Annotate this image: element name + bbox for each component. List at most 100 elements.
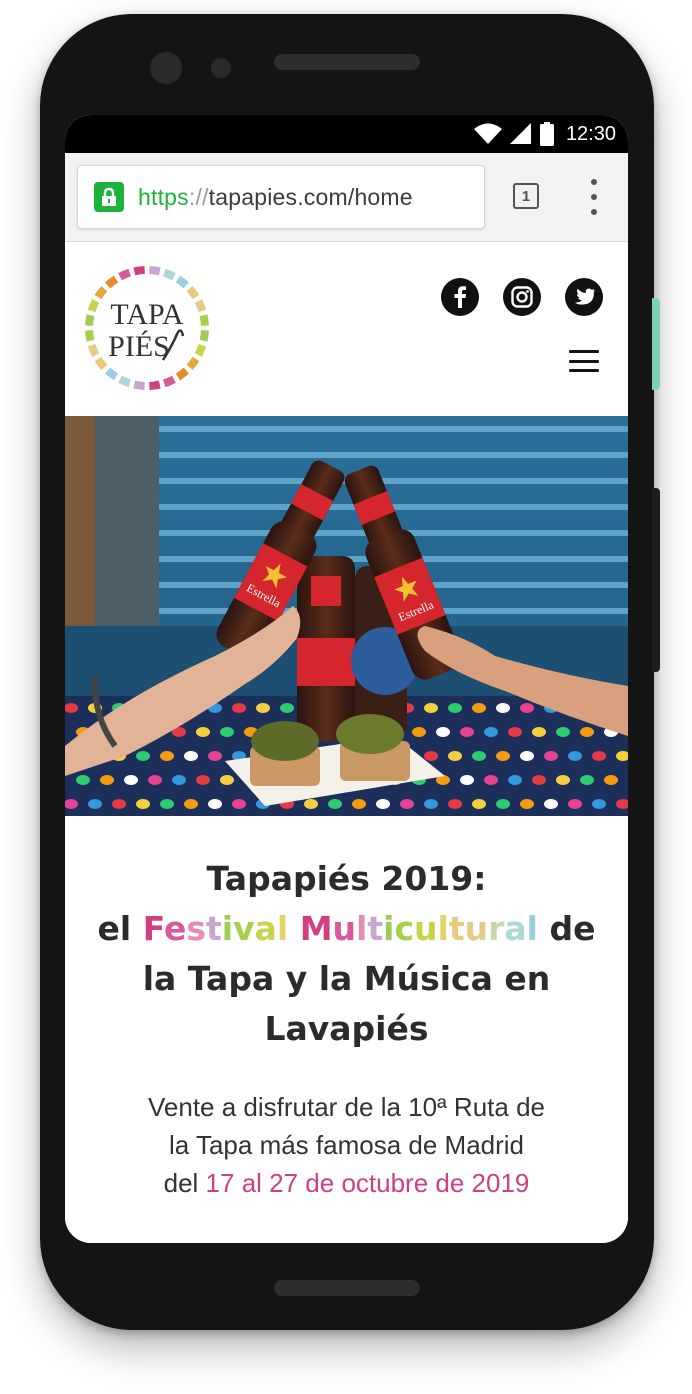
logo-ring-segment (94, 356, 108, 371)
logo-ring-segment (85, 330, 95, 342)
table-dot (436, 727, 450, 737)
headline-letter: M (299, 909, 333, 948)
headline-letter: l (356, 909, 368, 948)
table-dot (544, 751, 558, 761)
table-dot (424, 703, 438, 713)
table-dot (580, 727, 594, 737)
logo-ring-segment (199, 314, 209, 326)
headline-line-1: Tapapiés 2019: (206, 859, 487, 898)
bottle-back-1 (297, 556, 355, 741)
table-dot (460, 775, 474, 785)
logo-ring-segment (85, 314, 95, 326)
cellular-signal-icon (509, 123, 531, 144)
table-dot (88, 799, 102, 809)
table-dot (196, 775, 210, 785)
headline-letter: l (437, 909, 449, 948)
headline-letter: a (504, 909, 527, 948)
url-scheme: https (138, 183, 189, 210)
headline-letter: v (233, 909, 255, 948)
browser-menu-button[interactable] (589, 179, 599, 215)
table-dot (124, 775, 138, 785)
headline-letter: F (142, 909, 164, 948)
table-dot (496, 703, 510, 713)
headline-letter: a (254, 909, 277, 948)
hamburger-menu-icon[interactable] (569, 350, 599, 372)
twitter-icon[interactable] (565, 278, 603, 316)
front-camera (150, 52, 182, 84)
headline-letter: u (332, 909, 357, 948)
table-dot (472, 751, 486, 761)
intro-text: Vente a disfrutar de la 10ª Ruta de la T… (65, 1088, 628, 1202)
headline-letter: u (464, 909, 489, 948)
facebook-icon[interactable] (441, 278, 479, 316)
table-dot (172, 775, 186, 785)
table-dot (484, 727, 498, 737)
table-dot (160, 751, 174, 761)
logo-ring-segment (87, 343, 100, 357)
address-bar[interactable]: https://tapapies.com/home (77, 165, 485, 229)
table-dot (400, 799, 414, 809)
headline-letter: e (163, 909, 187, 948)
lock-icon (94, 182, 124, 212)
logo-ring-segment (118, 268, 132, 281)
logo-text-bottom: PIÉS (108, 330, 170, 363)
table-dot (280, 703, 294, 713)
logo-ring-segment (149, 380, 161, 390)
logo-ring-segment (162, 268, 176, 281)
url-separator: :// (188, 183, 209, 210)
logo-ring-segment (162, 375, 176, 388)
proximity-sensor (211, 58, 231, 78)
headline-letter: r (488, 909, 505, 948)
logo-ring-segment (149, 266, 161, 276)
power-button (652, 298, 660, 390)
table-dot (568, 751, 582, 761)
table-dot (604, 775, 618, 785)
table-dot (136, 799, 150, 809)
logo-ring-segment (87, 299, 100, 313)
battery-icon (539, 122, 554, 146)
headline-letter: c (394, 909, 414, 948)
shutter-slat (155, 478, 628, 484)
table-dot (508, 727, 522, 737)
table-dot (424, 751, 438, 761)
table-dot (220, 727, 234, 737)
intro-line-2: la Tapa más famosa de Madrid (168, 1130, 525, 1160)
logo-ring-segment (133, 380, 145, 390)
headline-letter: t (367, 909, 384, 948)
instagram-icon[interactable] (503, 278, 541, 316)
intro-line-1: Vente a disfrutar de la 10ª Ruta de (148, 1092, 545, 1122)
headline-festival: Festival (143, 909, 288, 948)
table-dot (448, 751, 462, 761)
logo-ring-segment (94, 285, 108, 300)
logo-ring-segment (175, 275, 190, 289)
logo-ring-segment (104, 275, 119, 289)
table-dot (100, 775, 114, 785)
headline-letter: u (414, 909, 438, 948)
headline-letter: s (186, 909, 206, 948)
bottom-speaker (274, 1280, 420, 1296)
headline-letter: t (448, 909, 465, 948)
site-header: TAPA PIÉS (65, 242, 628, 416)
status-bar: 12:30 (65, 115, 628, 153)
table-dot (208, 751, 222, 761)
logo-ring-segment (133, 266, 145, 276)
wifi-icon (473, 123, 502, 144)
headline-el: el (97, 909, 132, 948)
table-dot (424, 799, 438, 809)
table-dot (376, 799, 390, 809)
table-dot (148, 775, 162, 785)
url-text[interactable]: https://tapapies.com/home (138, 184, 413, 211)
table-dot (208, 799, 222, 809)
table-dot (592, 751, 606, 761)
phone-screen: 12:30 https://tapapies.com/home 1 TAPA P… (65, 115, 628, 1243)
browser-toolbar: https://tapapies.com/home 1 (65, 153, 628, 242)
table-dot (472, 703, 486, 713)
table-dot (472, 799, 486, 809)
shutter-slat (155, 452, 628, 458)
headline-letter: i (221, 909, 234, 948)
hero-image: Estrella Estrella (65, 416, 628, 816)
tapapies-logo[interactable]: TAPA PIÉS (83, 264, 211, 392)
tab-switcher-button[interactable]: 1 (513, 183, 539, 209)
table-dot (232, 703, 246, 713)
logo-ring-segment (194, 299, 207, 313)
